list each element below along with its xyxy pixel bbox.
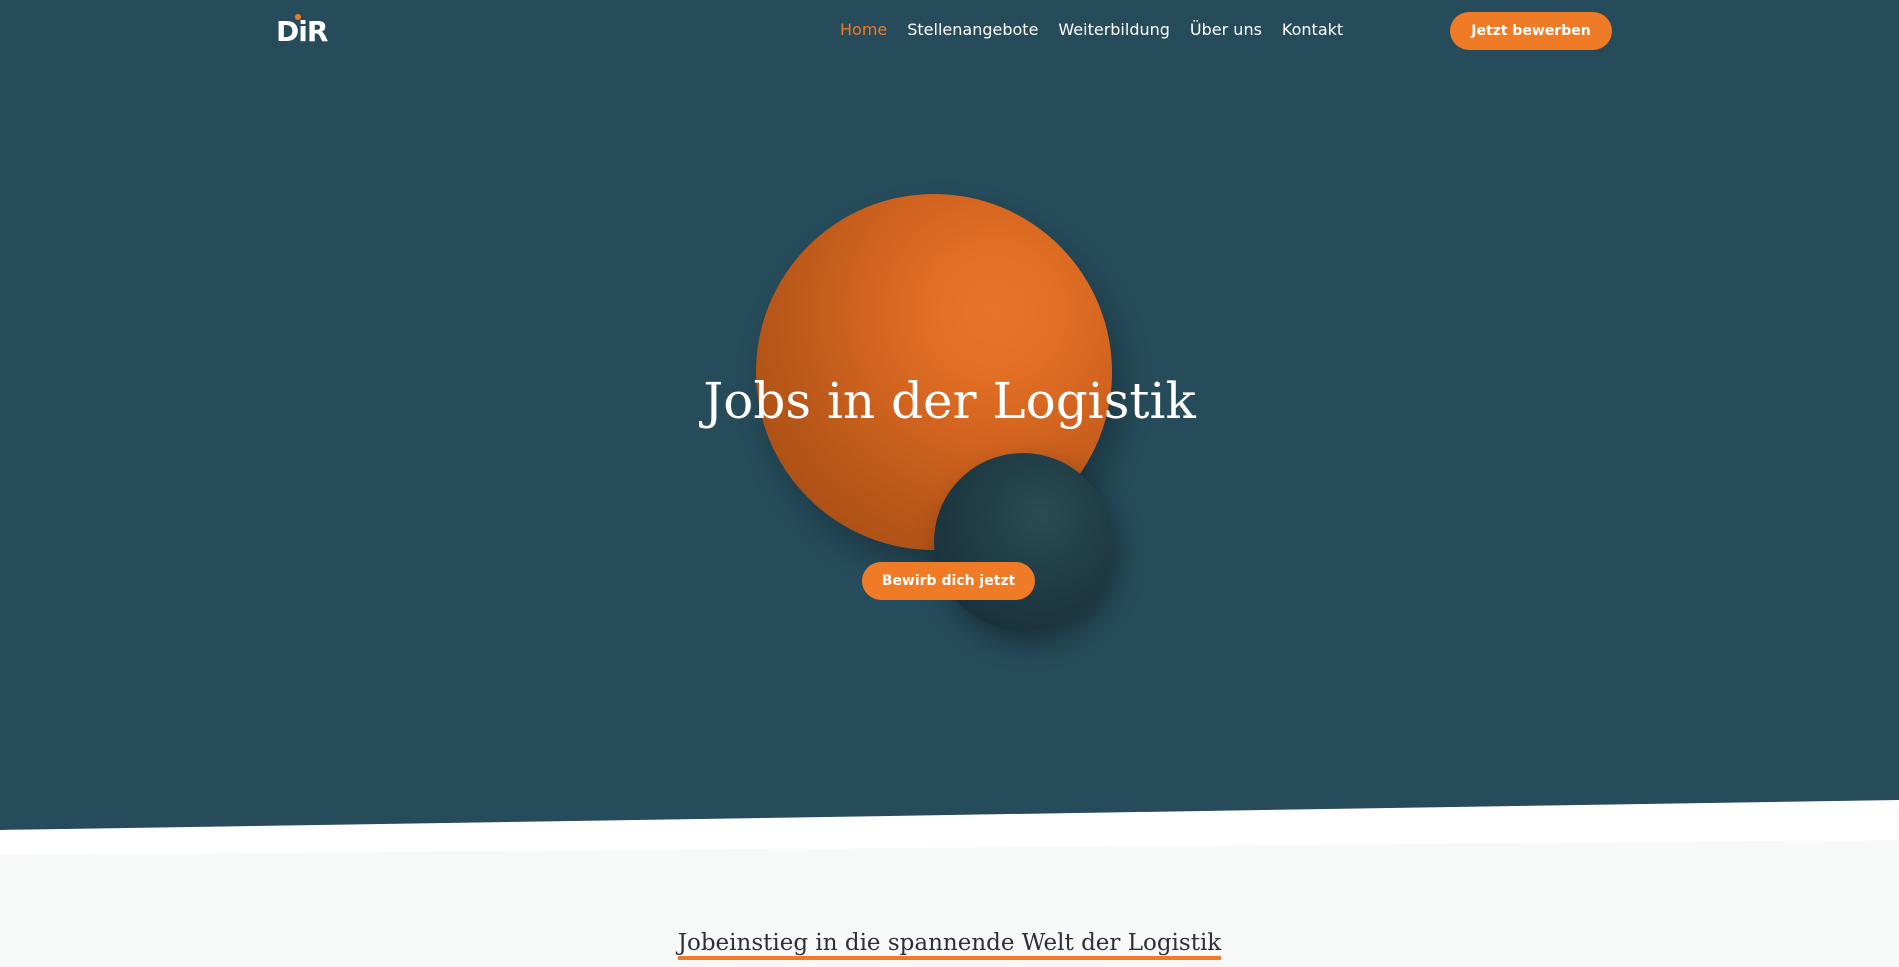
- dark-sphere-graphic: [934, 453, 1112, 631]
- apply-cta-button[interactable]: Bewirb dich jetzt: [862, 562, 1035, 600]
- logo[interactable]: DiR: [276, 14, 328, 48]
- nav-item-home[interactable]: Home: [840, 20, 887, 39]
- site-header: DiR Home Stellenangebote Weiterbildung Ü…: [0, 0, 1899, 62]
- nav-item-stellenangebote[interactable]: Stellenangebote: [907, 20, 1038, 39]
- logo-text: DiR: [276, 14, 328, 48]
- main-nav: Home Stellenangebote Weiterbildung Über …: [840, 20, 1363, 39]
- section-title-text: Jobeinstieg in die spannende Welt der Lo…: [677, 930, 1222, 960]
- nav-item-ueber-uns[interactable]: Über uns: [1190, 20, 1262, 39]
- logo-dot-icon: [295, 14, 301, 20]
- nav-item-weiterbildung[interactable]: Weiterbildung: [1058, 20, 1170, 39]
- page: DiR Home Stellenangebote Weiterbildung Ü…: [0, 0, 1899, 967]
- apply-now-button[interactable]: Jetzt bewerben: [1450, 12, 1612, 50]
- section-title: Jobeinstieg in die spannende Welt der Lo…: [0, 930, 1899, 960]
- nav-item-kontakt[interactable]: Kontakt: [1282, 20, 1343, 39]
- hero-title: Jobs in der Logistik: [703, 372, 1196, 430]
